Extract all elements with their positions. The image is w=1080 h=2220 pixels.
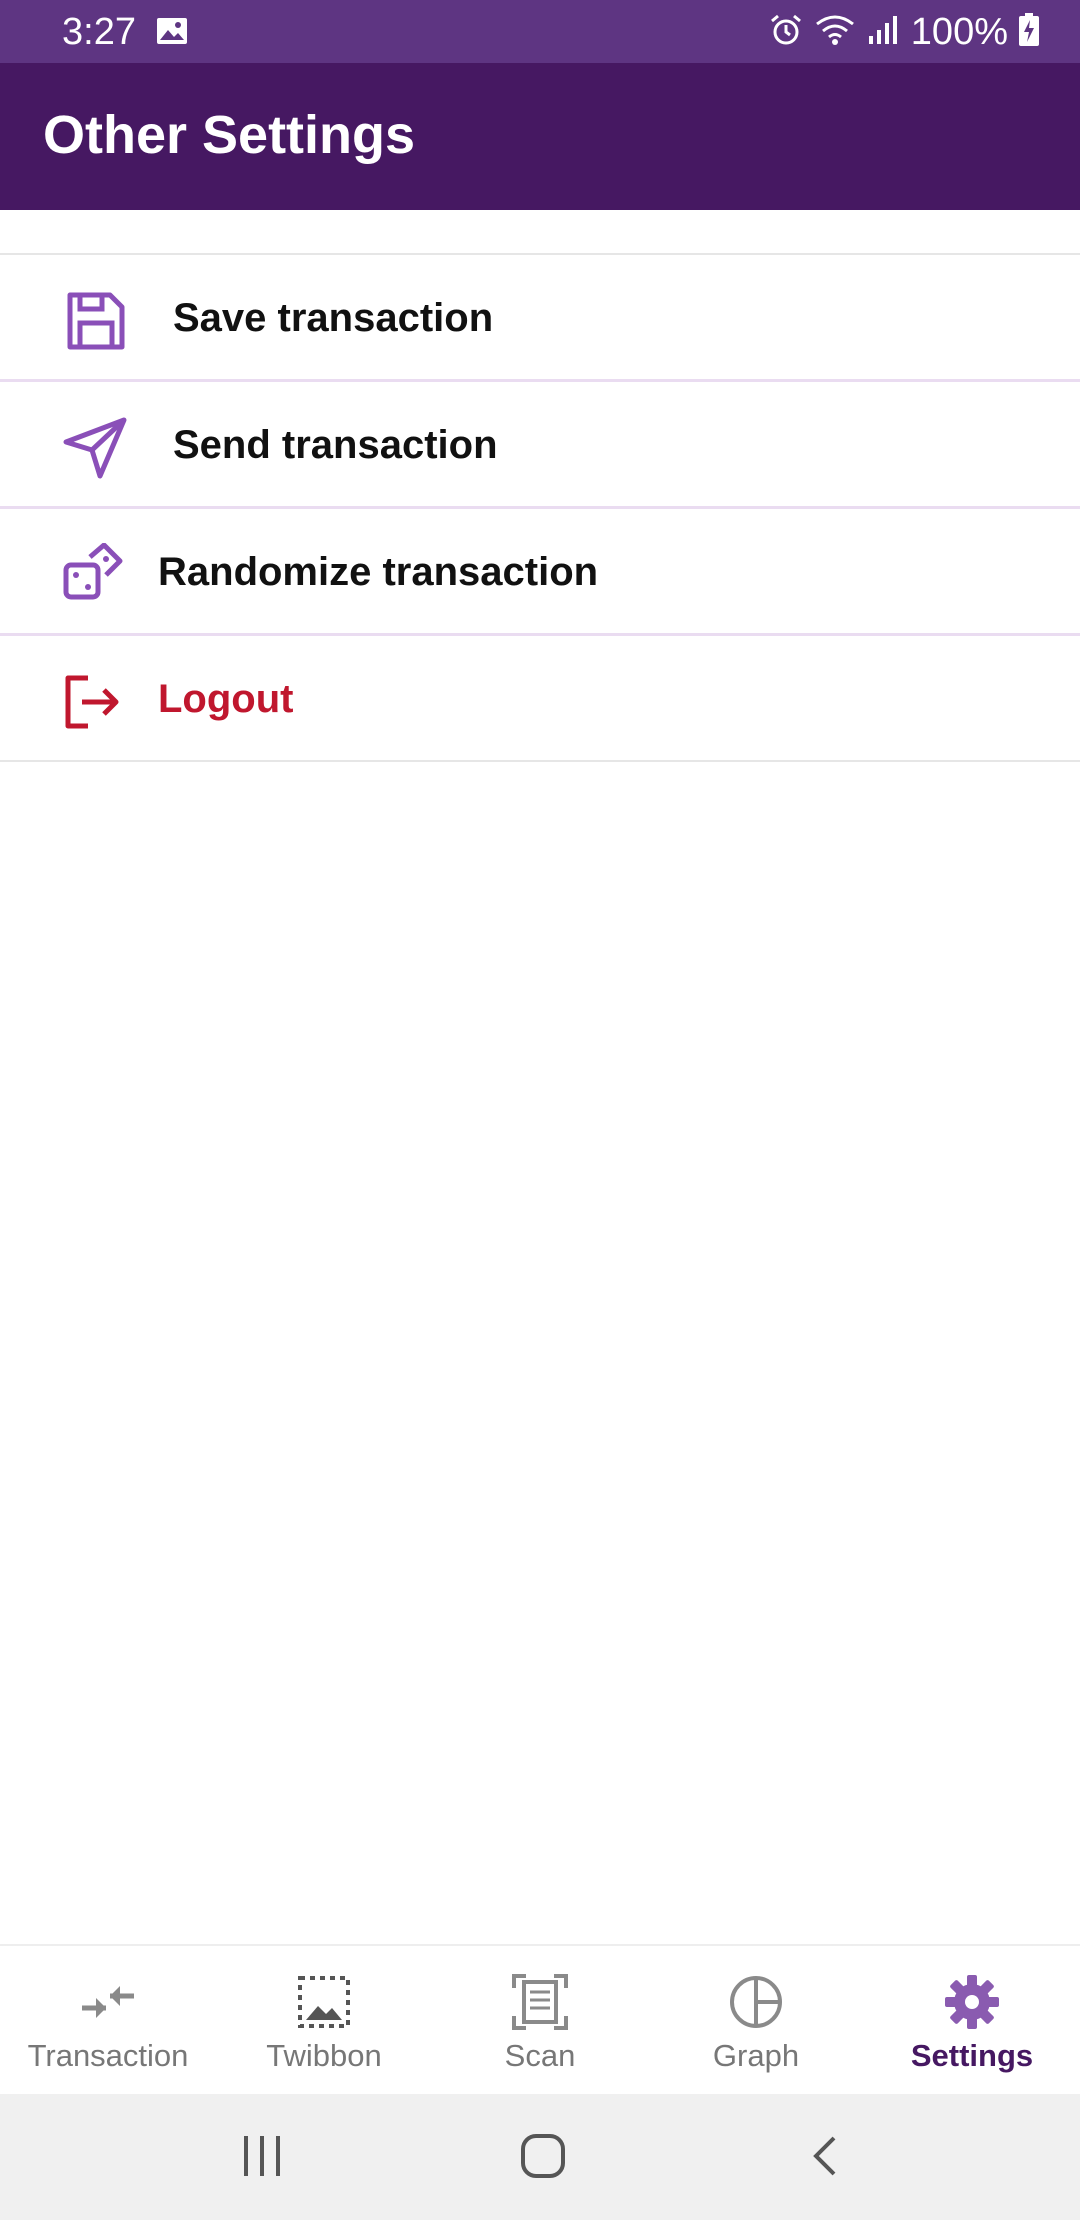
- menu-item-label: Save transaction: [173, 296, 494, 340]
- battery-charging-icon: [1018, 12, 1052, 52]
- image-frame-icon: [294, 1972, 354, 2032]
- save-icon: [62, 289, 130, 353]
- menu-item-logout[interactable]: Logout: [0, 636, 1080, 762]
- status-time: 3:27: [62, 11, 136, 53]
- app-bar: Other Settings: [0, 63, 1080, 210]
- image-icon: [156, 17, 188, 50]
- home-icon[interactable]: [519, 2132, 567, 2185]
- nav-item-twibbon[interactable]: Twibbon: [216, 1946, 432, 2096]
- signal-icon: [867, 14, 911, 51]
- status-icons: 100%: [769, 8, 1052, 56]
- nav-label: Graph: [712, 2038, 800, 2073]
- menu-item-label: Logout: [158, 677, 294, 721]
- nav-item-scan[interactable]: Scan: [432, 1946, 648, 2096]
- back-icon[interactable]: [806, 2132, 842, 2185]
- nav-label: Settings: [910, 2038, 1034, 2073]
- alarm-icon: [769, 13, 815, 52]
- bottom-navigation: Transaction Twibbon Scan Graph Settings: [0, 1944, 1080, 2096]
- menu-item-label: Randomize transaction: [158, 550, 599, 594]
- menu-spacer: [0, 210, 1080, 255]
- scan-icon: [510, 1972, 570, 2032]
- menu-item-randomize-transaction[interactable]: Randomize transaction: [0, 509, 1080, 636]
- nav-item-transaction[interactable]: Transaction: [0, 1946, 216, 2096]
- gear-icon: [942, 1972, 1002, 2032]
- wifi-icon: [815, 14, 867, 51]
- system-navigation-bar: [0, 2094, 1080, 2220]
- nav-label: Transaction: [27, 2038, 189, 2073]
- nav-label: Scan: [504, 2038, 576, 2073]
- page-title: Other Settings: [43, 105, 416, 165]
- menu-item-send-transaction[interactable]: Send transaction: [0, 382, 1080, 509]
- recent-apps-icon[interactable]: [240, 2132, 284, 2185]
- menu-item-save-transaction[interactable]: Save transaction: [0, 255, 1080, 382]
- status-bar: 3:27 100%: [0, 0, 1080, 63]
- nav-item-settings[interactable]: Settings: [864, 1946, 1080, 2096]
- nav-label: Twibbon: [266, 2038, 382, 2073]
- send-icon: [62, 416, 130, 480]
- logout-icon: [62, 670, 130, 734]
- dice-icon: [62, 542, 130, 607]
- menu-item-label: Send transaction: [173, 423, 498, 467]
- transfer-icon: [78, 1972, 138, 2032]
- pie-chart-icon: [726, 1972, 786, 2032]
- settings-menu: Save transaction Send transaction Random…: [0, 210, 1080, 762]
- battery-level: 100%: [910, 11, 1008, 53]
- nav-item-graph[interactable]: Graph: [648, 1946, 864, 2096]
